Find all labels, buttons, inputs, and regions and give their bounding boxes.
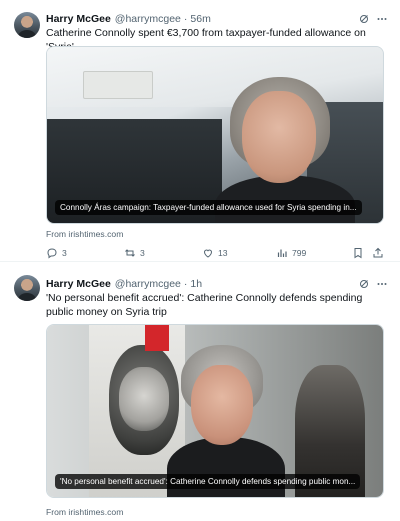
link-card[interactable]: 'No personal benefit accrued': Catherine… [46,324,384,498]
views-icon [277,249,287,257]
card-source[interactable]: From irishtimes.com [46,229,123,239]
repost-button[interactable]: 3 [124,244,145,262]
card-caption[interactable]: Connolly Áras campaign: Taxpayer-funded … [55,200,362,215]
author-handle[interactable]: @harrymcgee [115,278,181,290]
grok-icon[interactable] [358,278,370,290]
avatar[interactable] [14,275,40,301]
reply-count: 3 [62,248,67,258]
more-icon[interactable] [376,13,388,25]
reply-icon [47,248,57,259]
timestamp[interactable]: 56m [190,13,210,25]
timestamp[interactable]: 1h [190,278,202,290]
tweet[interactable]: Harry McGee @harrymcgee · 56m Catherine … [0,0,400,262]
tweet-text: 'No personal benefit accrued': Catherine… [46,292,363,318]
card-caption[interactable]: 'No personal benefit accrued': Catherine… [55,474,361,489]
card-source[interactable]: From irishtimes.com [46,507,123,517]
grok-icon[interactable] [358,13,370,25]
tweet-header: Harry McGee @harrymcgee · 1h [46,276,202,292]
share-icon [373,247,383,258]
bookmark-icon [354,248,362,259]
author-handle[interactable]: @harrymcgee [115,13,181,25]
tweet[interactable]: Harry McGee @harrymcgee · 1h 'No persona… [0,262,400,521]
reply-button[interactable]: 3 [46,244,67,262]
share-button[interactable] [372,244,384,262]
bookmark-button[interactable] [352,244,364,262]
separator-dot: · [183,278,188,290]
author-name[interactable]: Harry McGee [46,278,111,290]
card-image [47,47,383,223]
views-button[interactable]: 799 [276,244,306,262]
action-bar: 3 3 13 799 [46,244,384,262]
separator-dot: · [183,13,188,25]
heart-icon [203,249,213,258]
like-count: 13 [218,248,228,258]
avatar[interactable] [14,12,40,38]
tweet-header: Harry McGee @harrymcgee · 56m [46,11,211,27]
link-card[interactable]: Connolly Áras campaign: Taxpayer-funded … [46,46,384,224]
like-button[interactable]: 13 [202,244,228,262]
repost-count: 3 [140,248,145,258]
repost-icon [125,249,135,257]
more-icon[interactable] [376,278,388,290]
views-count: 799 [292,248,307,258]
author-name[interactable]: Harry McGee [46,13,111,25]
card-image [47,325,383,497]
